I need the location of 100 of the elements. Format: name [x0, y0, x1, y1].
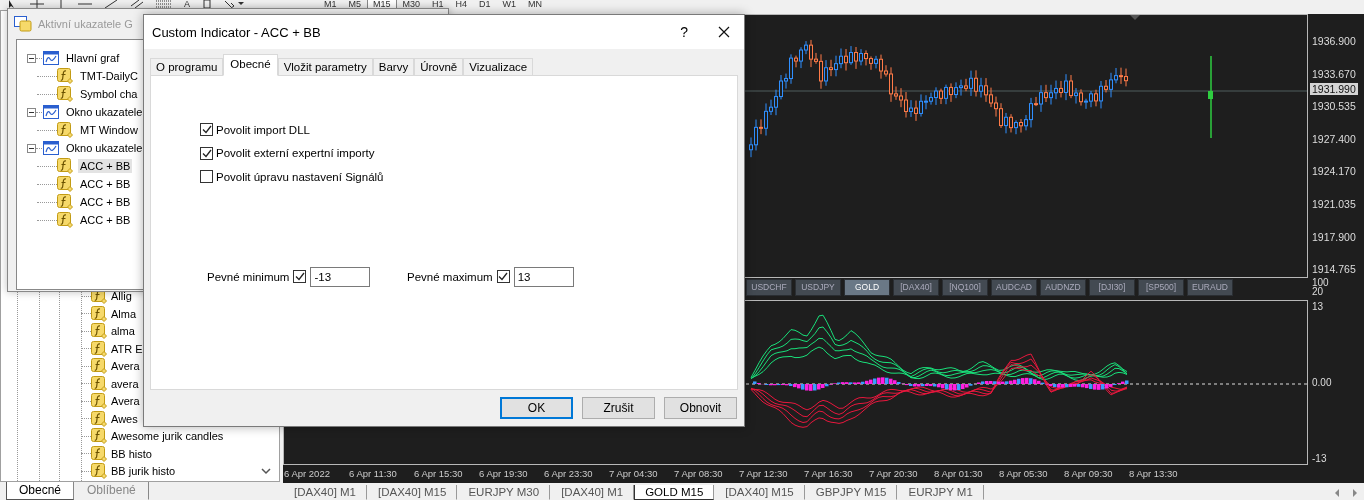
chart-tab[interactable]: [DAX40] M1 — [283, 485, 367, 500]
tree-item[interactable]: Hlavní graf — [64, 51, 122, 65]
symbol-button[interactable]: GOLD — [844, 278, 890, 296]
chart-tab[interactable]: [DAX40] M15 — [714, 485, 805, 500]
chart-window-icon — [43, 105, 59, 119]
symbol-button[interactable]: USDCHF — [746, 278, 792, 296]
text-tool-button[interactable]: A — [184, 0, 190, 8]
navigator-item[interactable]: BB histo — [111, 447, 152, 460]
navigator-item[interactable]: Avera — [111, 360, 140, 373]
navigator-item[interactable]: Awesome jurik candles — [111, 430, 224, 443]
crosshair-icon[interactable] — [30, 0, 44, 8]
time-label: 7 Apr 20:30 — [868, 467, 919, 479]
scroll-down-icon[interactable] — [261, 468, 271, 475]
navigator-item[interactable]: Avera — [111, 395, 140, 408]
tree-item[interactable]: ACC + BB — [78, 195, 133, 209]
dialog-button[interactable]: Obnovit — [664, 397, 737, 419]
scroll-left-icon[interactable] — [1334, 489, 1340, 497]
symbol-button[interactable]: USDJPY — [795, 278, 841, 296]
time-label: 8 Apr 13:30 — [1128, 467, 1179, 479]
help-button[interactable]: ? — [680, 24, 688, 40]
checkbox[interactable] — [496, 270, 510, 283]
dialog-title: Custom Indicator - ACC + BB — [152, 24, 322, 40]
input-field[interactable]: -13 — [310, 266, 371, 287]
time-label: 6 Apr 2022 — [283, 467, 331, 479]
time-label: 7 Apr 16:30 — [803, 467, 854, 479]
dialog-tab[interactable]: Obecné — [223, 54, 278, 76]
function-icon — [91, 358, 107, 375]
function-icon — [91, 428, 107, 445]
dialog-button[interactable]: Zrušit — [582, 397, 655, 419]
navigator-item[interactable]: Awes — [111, 412, 138, 425]
navigator-item[interactable]: alma — [111, 325, 135, 338]
dialog-tab[interactable]: Vizualizace — [463, 58, 534, 75]
navigator-tab[interactable]: Obecné — [6, 482, 75, 500]
navigator-item[interactable]: BB jurik histo — [111, 465, 176, 478]
checkbox[interactable] — [200, 123, 213, 137]
dialog-button[interactable]: OK — [500, 397, 573, 419]
scale-label: 100 — [1312, 278, 1330, 287]
price-label: 1917.900 — [1312, 230, 1356, 243]
trendline-icon[interactable] — [104, 0, 118, 8]
timeframe-button[interactable]: D1 — [473, 0, 497, 9]
function-icon — [57, 68, 73, 84]
checkbox[interactable] — [200, 146, 213, 160]
symbol-button[interactable]: AUDNZD — [1040, 278, 1086, 296]
navigator-item[interactable]: avera — [111, 377, 139, 390]
timeframe-button[interactable]: M5 — [342, 0, 368, 9]
horizontal-line-icon[interactable] — [78, 0, 92, 8]
indicator-list-icon — [14, 16, 32, 32]
price-label: 1927.400 — [1312, 132, 1356, 145]
chart-tab[interactable]: GOLD M15 — [634, 485, 715, 500]
chart-tab[interactable]: EURJPY M1 — [897, 485, 984, 500]
tree-item[interactable]: TMT-DailyC — [78, 69, 141, 83]
timeframe-button[interactable]: H1 — [426, 0, 450, 9]
checkbox[interactable] — [293, 270, 307, 283]
tree-item[interactable]: MT Window — [78, 123, 140, 137]
navigator-item[interactable]: Alma — [111, 307, 137, 320]
price-label: 1914.765 — [1312, 263, 1356, 276]
tree-item[interactable]: Okno ukazatele — [64, 105, 145, 119]
collapse-icon[interactable] — [27, 143, 36, 153]
function-icon — [57, 212, 73, 228]
collapse-icon[interactable] — [27, 53, 36, 63]
time-label: 7 Apr 08:30 — [673, 467, 724, 479]
collapse-icon[interactable] — [27, 107, 36, 117]
dialog-tab[interactable]: Úrovně — [414, 58, 464, 75]
tree-item[interactable]: Okno ukazatele — [64, 141, 145, 155]
dialog-tab[interactable]: Vložit parametry — [277, 58, 373, 75]
scroll-right-icon[interactable] — [1352, 489, 1358, 497]
timeframe-button[interactable]: M1 — [318, 0, 343, 9]
close-icon[interactable] — [718, 26, 730, 38]
timeframe-button[interactable]: H4 — [449, 0, 474, 9]
current-price-tag: 1931.990 — [1310, 83, 1358, 95]
checkbox-label: Povolit úpravu nastavení Signálů — [216, 170, 384, 183]
symbol-button[interactable]: [NQ100] — [942, 278, 988, 296]
dialog-tab[interactable]: Barvy — [372, 58, 415, 75]
shapes-icon[interactable] — [224, 0, 244, 8]
tree-item[interactable]: Symbol cha — [78, 87, 140, 101]
chart-tab[interactable]: GBPJPY M15 — [804, 485, 898, 500]
function-icon — [91, 410, 107, 427]
symbol-button[interactable]: [DAX40] — [893, 278, 939, 296]
input-field[interactable]: 13 — [513, 266, 574, 287]
chart-tab[interactable]: EURJPY M30 — [457, 485, 551, 500]
tree-item[interactable]: ACC + BB — [78, 213, 133, 227]
navigator-item[interactable]: Allig — [111, 290, 132, 303]
symbol-button[interactable]: [SP500] — [1138, 278, 1184, 296]
dialog-tab[interactable]: O programu — [150, 58, 224, 75]
symbol-button[interactable]: AUDCAD — [991, 278, 1037, 296]
checkbox[interactable] — [200, 170, 213, 184]
tree-item[interactable]: ACC + BB — [78, 159, 133, 173]
fibonacci-icon[interactable] — [156, 0, 172, 8]
timeframe-button[interactable]: M30 — [396, 0, 427, 9]
symbol-button[interactable]: EURAUD — [1187, 278, 1233, 296]
chart-tab[interactable]: [DAX40] M15 — [367, 485, 458, 500]
label-icon[interactable] — [202, 0, 212, 8]
timeframe-button[interactable]: W1 — [496, 0, 523, 9]
symbol-button[interactable]: [DJI30] — [1089, 278, 1135, 296]
time-label: 7 Apr 12:30 — [738, 467, 789, 479]
timeframe-button[interactable]: MN — [522, 0, 549, 9]
navigator-item[interactable]: ATR E — [111, 342, 143, 355]
function-icon — [91, 463, 107, 480]
field-label: Pevné maximum — [407, 270, 493, 283]
tree-item[interactable]: ACC + BB — [78, 177, 133, 191]
